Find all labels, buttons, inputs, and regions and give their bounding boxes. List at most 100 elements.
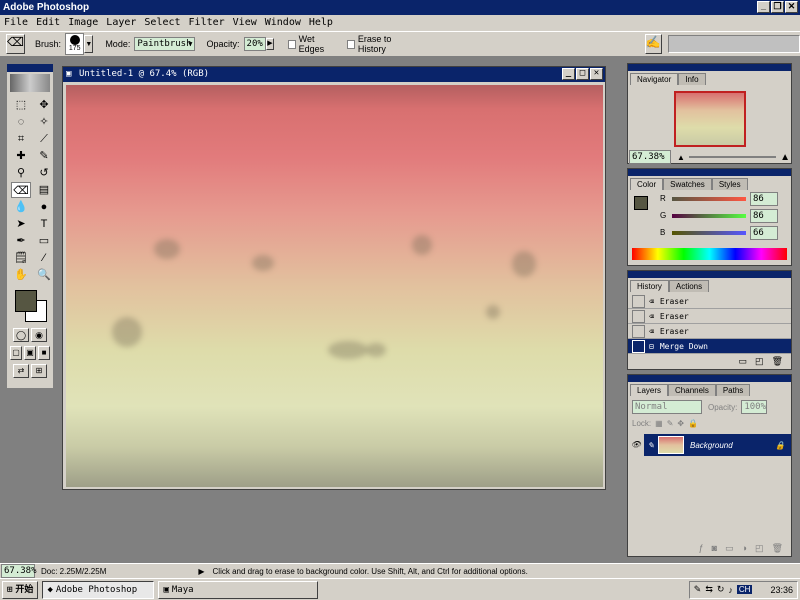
visibility-eye-icon[interactable]: 👁: [628, 434, 644, 456]
menu-select[interactable]: Select: [144, 15, 180, 31]
doc-maximize-button[interactable]: □: [576, 68, 589, 80]
notes-tool-icon[interactable]: 🗒: [11, 250, 31, 266]
path-selection-tool-icon[interactable]: ➤: [11, 216, 31, 232]
new-snapshot-icon[interactable]: ◰: [755, 356, 764, 367]
history-item[interactable]: ⌫ Eraser: [628, 309, 791, 324]
history-item-selected[interactable]: ⊟ Merge Down: [628, 339, 791, 354]
history-checkbox[interactable]: [632, 294, 645, 308]
tab-navigator[interactable]: Navigator: [630, 73, 679, 85]
doc-size-info[interactable]: Doc: 2.25M/2.25M: [41, 567, 106, 576]
lock-all-icon[interactable]: 🔒: [688, 419, 698, 428]
adjustment-layer-icon[interactable]: ◑: [742, 543, 747, 554]
new-document-icon[interactable]: ▭: [739, 356, 748, 367]
clock[interactable]: 23:36: [770, 585, 793, 595]
menu-window[interactable]: Window: [265, 15, 301, 31]
dodge-tool-icon[interactable]: ●: [34, 199, 54, 215]
start-button[interactable]: ⊞ 开始: [2, 580, 39, 599]
jump-to-app-icon[interactable]: ⊞: [31, 364, 47, 378]
marquee-tool-icon[interactable]: ⬚: [11, 97, 31, 113]
quick-mask-icon[interactable]: ◉: [31, 328, 47, 342]
layer-row-background[interactable]: 👁 ✎ Background 🔒: [628, 434, 791, 456]
tab-styles[interactable]: Styles: [711, 178, 748, 190]
opacity-arrow-icon[interactable]: ▶: [265, 38, 275, 50]
tab-info[interactable]: Info: [678, 73, 706, 85]
zoom-slider[interactable]: [688, 156, 777, 158]
brush-palette-icon[interactable]: ✍: [644, 34, 663, 54]
history-checkbox[interactable]: [632, 309, 645, 323]
tab-actions[interactable]: Actions: [668, 280, 710, 292]
tab-layers[interactable]: Layers: [630, 384, 669, 396]
history-checkbox[interactable]: [632, 339, 645, 353]
navigator-zoom-input[interactable]: 67.38%: [629, 150, 671, 164]
zoom-in-icon[interactable]: ▲: [780, 152, 790, 163]
menu-image[interactable]: Image: [68, 15, 98, 31]
healing-brush-tool-icon[interactable]: ✚: [11, 148, 31, 164]
brush-tool-icon[interactable]: ✎: [34, 148, 54, 164]
blue-input[interactable]: 66: [750, 226, 778, 240]
menu-file[interactable]: File: [4, 15, 28, 31]
tab-swatches[interactable]: Swatches: [663, 178, 712, 190]
layer-mask-icon[interactable]: ◙: [712, 543, 717, 554]
menu-edit[interactable]: Edit: [36, 15, 60, 31]
green-input[interactable]: 86: [750, 209, 778, 223]
doc-close-button[interactable]: ✕: [590, 68, 603, 80]
tray-app-icon[interactable]: ✎: [694, 584, 702, 595]
color-fg-swatch[interactable]: [634, 196, 648, 210]
blur-tool-icon[interactable]: 💧: [11, 199, 31, 215]
foreground-color-swatch[interactable]: [15, 290, 37, 312]
tab-channels[interactable]: Channels: [668, 384, 716, 396]
shape-tool-icon[interactable]: ▭: [34, 233, 54, 249]
navigator-thumbnail[interactable]: [673, 91, 746, 147]
mode-select[interactable]: Paintbrush ▼: [134, 37, 195, 51]
restore-button[interactable]: ❐: [771, 1, 784, 13]
menu-help[interactable]: Help: [309, 15, 333, 31]
taskbar-app-maya[interactable]: ▣ Maya: [158, 580, 319, 599]
color-ramp[interactable]: [632, 248, 787, 260]
gradient-tool-icon[interactable]: ▤: [34, 182, 54, 198]
ime-indicator[interactable]: CH: [736, 585, 753, 594]
taskbar-app-photoshop[interactable]: ◆ Adobe Photoshop: [42, 580, 155, 599]
trash-icon[interactable]: 🗑: [772, 356, 783, 367]
tray-sync-icon[interactable]: ↻: [717, 584, 725, 595]
menu-view[interactable]: View: [233, 15, 257, 31]
brush-preview[interactable]: 175: [64, 33, 85, 55]
erase-history-checkbox[interactable]: [347, 39, 355, 49]
magic-wand-tool-icon[interactable]: ✧: [34, 114, 54, 130]
lock-transparency-icon[interactable]: ▦: [655, 419, 663, 428]
minimize-button[interactable]: _: [757, 1, 770, 13]
lasso-tool-icon[interactable]: ◌: [11, 114, 31, 130]
history-item[interactable]: ⌫ Eraser: [628, 324, 791, 339]
red-input[interactable]: 86: [750, 192, 778, 206]
status-arrow-icon[interactable]: ▶: [198, 567, 204, 576]
history-checkbox[interactable]: [632, 324, 645, 338]
eraser-tool-preset-icon[interactable]: ⌫: [6, 34, 25, 54]
green-slider[interactable]: [672, 214, 746, 218]
red-slider[interactable]: [672, 197, 746, 201]
image-canvas[interactable]: [66, 85, 603, 487]
zoom-tool-icon[interactable]: 🔍: [34, 267, 54, 283]
eyedropper-tool-icon[interactable]: ⁄: [34, 250, 54, 266]
tab-paths[interactable]: Paths: [715, 384, 751, 396]
standard-screen-icon[interactable]: ▢: [10, 346, 22, 360]
menu-layer[interactable]: Layer: [106, 15, 136, 31]
blue-slider[interactable]: [672, 231, 746, 235]
layer-opacity-input[interactable]: 100%: [741, 400, 768, 414]
brush-dropdown-arrow[interactable]: ▼: [84, 35, 94, 53]
blend-mode-select[interactable]: Normal: [632, 400, 702, 414]
crop-tool-icon[interactable]: ⌗: [11, 131, 31, 147]
jump-to-imageready-icon[interactable]: ⇄: [13, 364, 29, 378]
clone-stamp-tool-icon[interactable]: ⚲: [11, 165, 31, 181]
slice-tool-icon[interactable]: ⟋: [34, 131, 54, 147]
new-set-icon[interactable]: ▭: [725, 543, 734, 554]
hand-tool-icon[interactable]: ✋: [11, 267, 31, 283]
lock-image-icon[interactable]: ✎: [667, 419, 674, 428]
doc-minimize-button[interactable]: _: [562, 68, 575, 80]
tray-volume-icon[interactable]: ♪: [728, 585, 733, 595]
menu-filter[interactable]: Filter: [189, 15, 225, 31]
full-screen-icon[interactable]: ■: [38, 346, 50, 360]
history-brush-tool-icon[interactable]: ↺: [34, 165, 54, 181]
close-button[interactable]: ✕: [785, 1, 798, 13]
opacity-input[interactable]: 20%: [243, 37, 266, 51]
tab-color[interactable]: Color: [630, 178, 664, 190]
history-item[interactable]: ⌫ Eraser: [628, 294, 791, 309]
